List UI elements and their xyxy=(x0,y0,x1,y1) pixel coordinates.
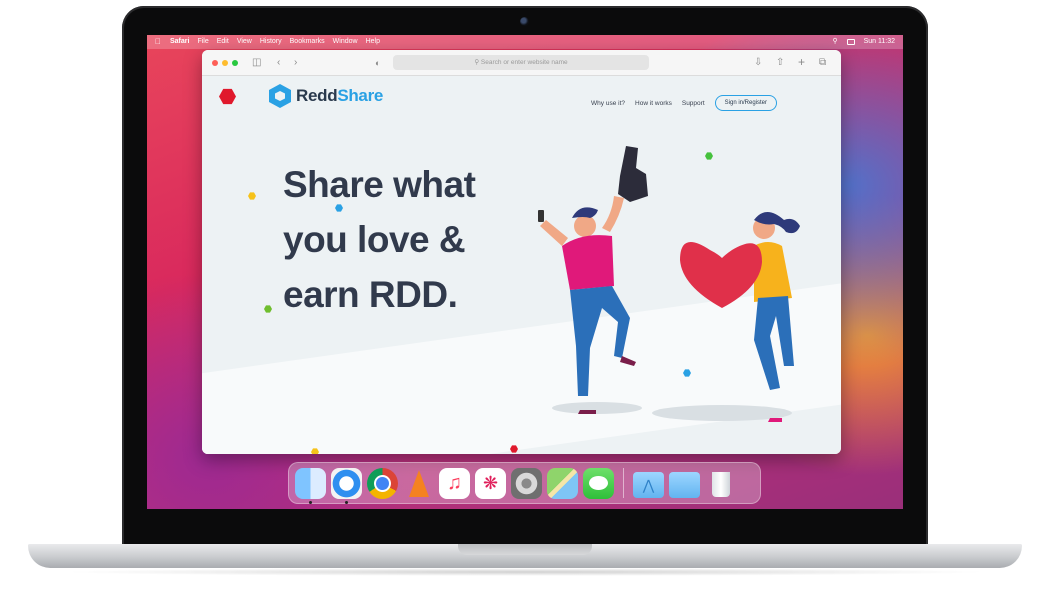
hexagon-logo-icon xyxy=(269,84,291,108)
safari-icon[interactable] xyxy=(331,467,362,504)
brand-name-part1: Redd xyxy=(296,86,338,105)
chrome-icon[interactable] xyxy=(367,467,398,499)
woman-figure xyxy=(680,212,800,422)
tab-overview-icon[interactable]: ⧉ xyxy=(819,56,826,70)
address-placeholder: Search or enter website name xyxy=(480,59,568,66)
browser-toolbar: ◫ ‹ › ◐ ⚲ Search or enter website name ⇩… xyxy=(202,50,841,76)
hero-headline: Share what you love & earn RDD. xyxy=(283,157,533,322)
back-icon[interactable]: ‹ xyxy=(277,56,280,70)
sidebar-toggle-icon[interactable]: ◫ xyxy=(252,56,261,70)
desktop-screen:  Safari File Edit View History Bookmark… xyxy=(147,35,903,509)
laptop-notch xyxy=(458,544,592,555)
nav-why-use-it[interactable]: Why use it? xyxy=(591,100,625,107)
brand-name-part2: Share xyxy=(337,86,384,105)
address-bar[interactable]: ⚲ Search or enter website name xyxy=(393,55,649,70)
trash-can xyxy=(712,471,730,497)
menu-window[interactable]: Window xyxy=(333,35,358,49)
sign-in-register-button[interactable]: Sign in/Register xyxy=(714,95,777,111)
headline-line-3: earn RDD. xyxy=(283,274,458,315)
downloads-icon[interactable]: ⇩ xyxy=(754,56,762,70)
forward-icon[interactable]: › xyxy=(294,56,297,70)
vlc-cone xyxy=(409,469,429,497)
menu-help[interactable]: Help xyxy=(366,35,380,49)
menu-view[interactable]: View xyxy=(237,35,252,49)
hero-illustration xyxy=(538,146,800,422)
red-hexagon-icon xyxy=(219,88,236,105)
nav-how-it-works[interactable]: How it works xyxy=(635,100,672,107)
chrome-center xyxy=(376,476,389,490)
fullscreen-window-button[interactable] xyxy=(232,60,238,66)
site-logo[interactable]: ReddShare xyxy=(269,84,383,108)
search-icon: ⚲ xyxy=(474,59,481,66)
apple-menu-icon[interactable]:  xyxy=(155,35,161,49)
running-indicator xyxy=(345,500,348,504)
menu-bookmarks[interactable]: Bookmarks xyxy=(290,35,325,49)
running-indicator xyxy=(309,500,312,504)
menu-edit[interactable]: Edit xyxy=(217,35,229,49)
minimize-window-button[interactable] xyxy=(222,60,228,66)
speech-bubble xyxy=(589,475,608,490)
folder-icon[interactable] xyxy=(669,472,700,498)
dock: ♫ ❋ ⋀ xyxy=(288,462,761,504)
menu-app-name[interactable]: Safari xyxy=(170,35,189,49)
brand-name: ReddShare xyxy=(296,86,383,106)
headline-line-2: you love & xyxy=(283,219,466,260)
privacy-shield-icon[interactable]: ◐ xyxy=(375,56,380,70)
web-page: ReddShare Why use it? How it works Suppo… xyxy=(202,76,841,454)
dock-divider xyxy=(623,468,624,498)
messages-icon[interactable] xyxy=(583,467,614,499)
site-nav: Why use it? How it works Support Sign in… xyxy=(591,95,777,111)
applications-folder-icon[interactable]: ⋀ xyxy=(633,472,664,498)
share-icon[interactable]: ⇧ xyxy=(776,56,784,70)
vlc-icon[interactable] xyxy=(403,468,434,499)
system-preferences-icon[interactable] xyxy=(511,467,542,499)
menu-file[interactable]: File xyxy=(197,35,208,49)
menu-bar:  Safari File Edit View History Bookmark… xyxy=(147,35,903,49)
new-tab-icon[interactable]: + xyxy=(798,55,805,69)
laptop-shadow xyxy=(60,568,990,576)
camera xyxy=(520,17,529,26)
menu-clock[interactable]: Sun 11:32 xyxy=(864,35,895,49)
nav-support[interactable]: Support xyxy=(682,100,705,107)
trash-icon[interactable] xyxy=(705,468,736,499)
control-center-icon[interactable] xyxy=(846,39,855,45)
confetti-dot xyxy=(264,305,272,313)
slack-icon[interactable]: ❋ xyxy=(475,467,506,499)
man-figure xyxy=(538,146,648,414)
safari-window: ◫ ‹ › ◐ ⚲ Search or enter website name ⇩… xyxy=(202,50,841,454)
menu-history[interactable]: History xyxy=(260,35,282,49)
headline-line-1: Share what xyxy=(283,164,476,205)
spotlight-search-icon[interactable]: ⚲ xyxy=(832,35,837,49)
maps-icon[interactable] xyxy=(547,467,578,499)
close-window-button[interactable] xyxy=(212,60,218,66)
confetti-dot xyxy=(248,192,256,200)
finder-icon[interactable] xyxy=(295,467,326,504)
music-icon[interactable]: ♫ xyxy=(439,467,470,499)
